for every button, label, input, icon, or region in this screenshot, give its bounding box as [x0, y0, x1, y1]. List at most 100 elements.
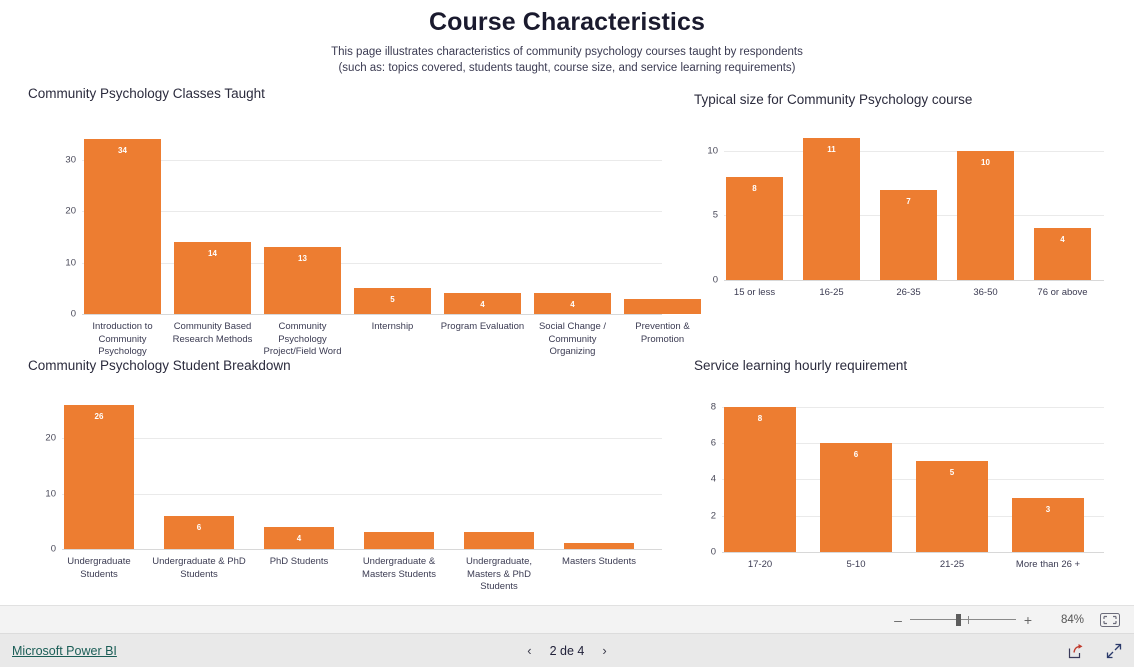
x-axis-baseline	[82, 314, 662, 315]
bar-value-label: 3	[1045, 504, 1051, 514]
y-axis-tick-label: 4	[710, 473, 716, 485]
x-axis-tick-label: 26-35	[896, 287, 921, 298]
y-axis-tick-label: 2	[710, 510, 716, 522]
x-axis-baseline	[724, 280, 1104, 281]
page-indicator: 2 de 4	[549, 643, 585, 658]
chart-panel-typical-size[interactable]: Typical size for Community Psychology co…	[694, 92, 1114, 298]
y-axis-tick-label: 8	[710, 401, 716, 413]
share-icon[interactable]	[1068, 643, 1084, 659]
zoom-toolbar: – + 84%	[0, 605, 1134, 634]
chart-bar[interactable]	[724, 406, 796, 552]
chart-panel-classes-taught[interactable]: Community Psychology Classes Taught 0 10 2…	[28, 86, 701, 357]
x-axis-tick-label: Program Evaluation	[440, 321, 525, 332]
chart-bar[interactable]	[364, 532, 434, 549]
bar-value-label: 10	[981, 157, 990, 167]
x-axis-tick-label: PhD Students	[269, 556, 329, 567]
bar-value-label: 8	[752, 183, 757, 193]
fullscreen-icon[interactable]	[1106, 643, 1122, 659]
chart-bar[interactable]	[564, 543, 634, 549]
chart-bar[interactable]	[64, 405, 134, 549]
x-axis-tick-label: 21-25	[939, 559, 965, 570]
x-axis-tick-label: Internship	[371, 321, 414, 332]
y-axis-tick-label: 5	[712, 209, 718, 221]
y-axis-tick-label: 30	[65, 154, 76, 166]
chart-bar[interactable]	[820, 443, 892, 552]
zoom-in-button[interactable]: +	[1020, 613, 1036, 627]
zoom-slider[interactable]	[910, 613, 1016, 627]
page-navigation: ‹ 2 de 4 ›	[0, 643, 1134, 658]
chart-plot-area: 0 10 20 30 34 14 13 5 4 4	[65, 124, 701, 320]
chart-bar[interactable]	[957, 150, 1014, 280]
y-axis-tick-label: 20	[45, 432, 56, 444]
report-canvas: Course Characteristics This page illustr…	[0, 0, 1134, 605]
x-axis-tick-label: 16-25	[819, 287, 844, 298]
fit-to-page-icon[interactable]	[1100, 612, 1120, 627]
zoom-slider-rail	[910, 619, 1016, 620]
x-axis-tick-label: 15 or less	[733, 287, 776, 298]
zoom-slider-midpoint-tick	[968, 615, 969, 624]
bar-value-label: 4	[570, 300, 575, 310]
gridline	[62, 438, 662, 440]
bar-value-label: 4	[480, 300, 485, 310]
x-axis-tick-label: Social Change / Community Organizing	[538, 321, 607, 357]
x-axis-tick-label: 5-10	[846, 559, 866, 570]
y-axis-tick-label: 0	[712, 274, 718, 286]
bar-value-label: 6	[196, 522, 202, 532]
y-axis-tick-label: 0	[50, 543, 56, 555]
chart-bar[interactable]	[164, 515, 234, 549]
chart-panel-service-learning[interactable]: Service learning hourly requirement 0 2 4 6…	[694, 358, 1114, 588]
power-bi-report-viewer: Course Characteristics This page illustr…	[0, 0, 1134, 667]
chart-plot-area: 0 10 20 26 6 4	[45, 394, 662, 555]
chart-title: Service learning hourly requirement	[694, 358, 908, 373]
zoom-out-button[interactable]: –	[890, 613, 906, 627]
next-page-button[interactable]: ›	[602, 643, 606, 658]
x-axis-tick-label: 76 or above	[1037, 287, 1088, 298]
y-axis-tick-label: 0	[70, 308, 76, 320]
x-axis-baseline	[722, 552, 1104, 553]
y-axis-tick-label: 10	[707, 145, 718, 157]
zoom-slider-thumb[interactable]	[956, 613, 961, 626]
bar-value-label: 13	[298, 254, 307, 264]
bar-value-label: 6	[853, 450, 859, 460]
bar-value-label: 11	[827, 144, 836, 154]
bar-value-label: 34	[118, 146, 127, 156]
chart-bar[interactable]	[803, 137, 860, 280]
chart-bar[interactable]	[624, 298, 701, 314]
page-subtitle-line-1: This page illustrates characteristics of…	[331, 46, 803, 58]
x-axis-tick-label: Community Psychology Project/Field Word	[263, 321, 342, 357]
y-axis-tick-label: 0	[710, 546, 716, 558]
gridline	[82, 159, 662, 161]
page-subtitle-line-2: (such as: topics covered, students taugh…	[338, 62, 796, 74]
chart-plot-area: 0 2 4 6 8 8 6 5 3	[711, 396, 1104, 558]
chart-plot-area: 0 5 10 8 11 7 10 4	[707, 125, 1104, 286]
x-axis-tick-label: 36-50	[973, 287, 998, 298]
previous-page-button[interactable]: ‹	[527, 643, 531, 658]
y-axis-tick-label: 20	[65, 205, 76, 217]
y-axis-tick-label: 10	[45, 488, 56, 500]
chart-bar[interactable]	[84, 139, 161, 314]
page-title: Course Characteristics	[429, 8, 705, 36]
chart-title: Community Psychology Classes Taught	[28, 86, 265, 101]
footer-actions	[1068, 643, 1122, 659]
chart-title: Typical size for Community Psychology co…	[694, 92, 973, 107]
x-axis-tick-label: Undergraduate & PhD Students	[152, 556, 246, 580]
x-axis-tick-label: 17-20	[747, 559, 773, 570]
x-axis-tick-label: Undergraduate & Masters Students	[362, 556, 436, 580]
chart-title: Community Psychology Student Breakdown	[28, 358, 291, 373]
bar-value-label: 7	[906, 196, 911, 206]
gridline	[82, 262, 662, 264]
chart-bar[interactable]	[464, 532, 534, 549]
page-subtitle: This page illustrates characteristics of…	[0, 44, 1134, 76]
bar-value-label: 26	[94, 412, 104, 422]
bar-value-label: 14	[208, 249, 217, 259]
gridline	[62, 493, 662, 495]
y-axis-tick-label: 6	[710, 437, 716, 449]
bar-value-label: 5	[390, 295, 395, 305]
bar-value-label: 4	[296, 533, 302, 543]
zoom-level-label: 84%	[1060, 613, 1084, 626]
x-axis-baseline	[62, 549, 662, 550]
x-axis-tick-label: Undergraduate, Masters & PhD Students	[465, 556, 533, 592]
y-axis-tick-label: 10	[65, 257, 76, 269]
chart-panel-student-breakdown[interactable]: Community Psychology Student Breakdown 0…	[28, 358, 668, 603]
x-axis-tick-label: More than 26 +	[1015, 559, 1081, 570]
